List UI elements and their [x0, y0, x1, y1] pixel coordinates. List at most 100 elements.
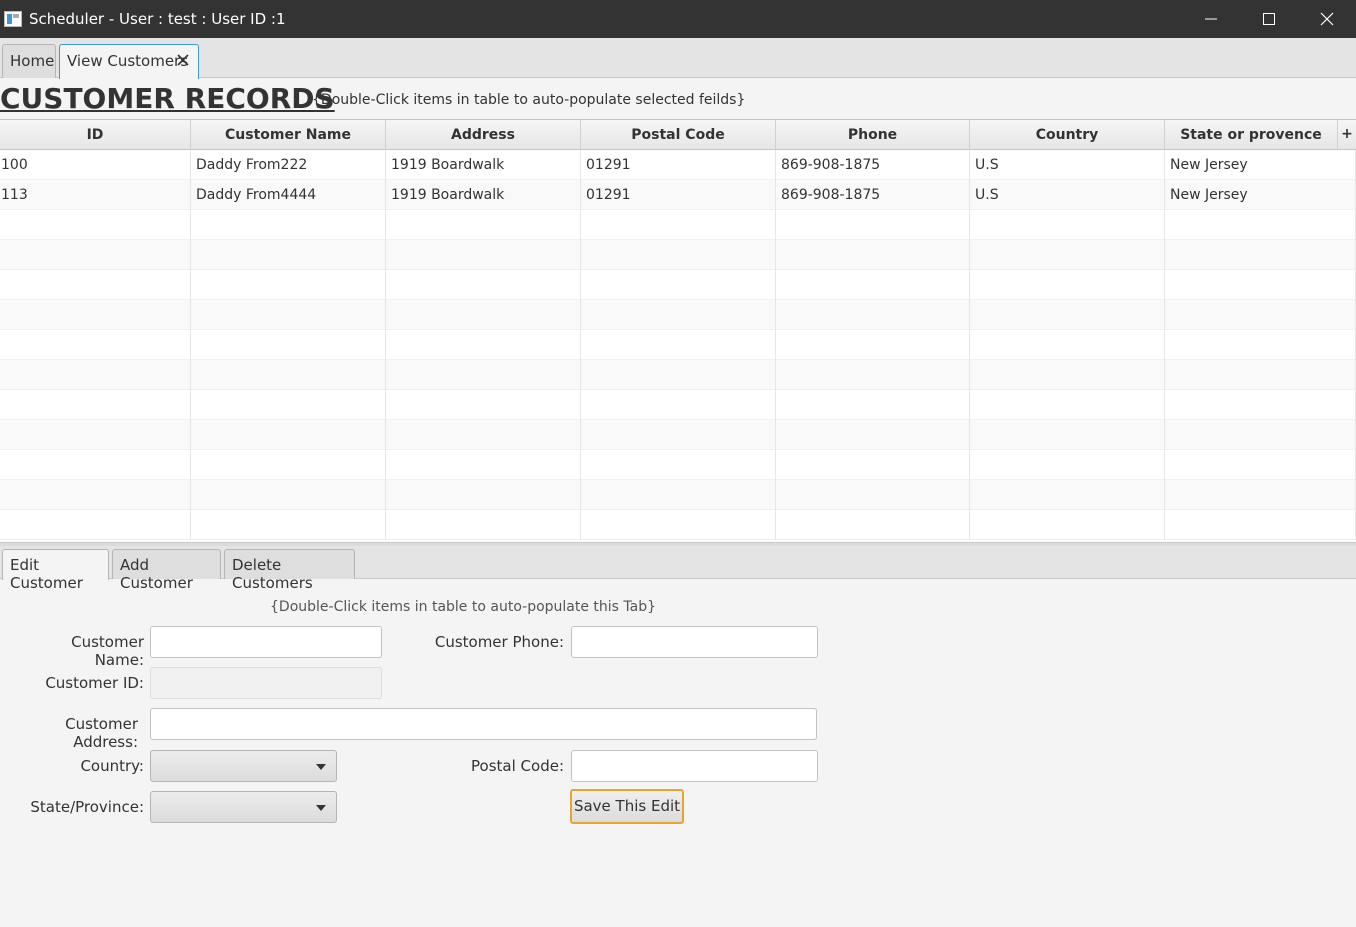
save-edit-button[interactable]: Save This Edit: [570, 789, 684, 824]
country-label: Country:: [80, 757, 144, 775]
cell-country: U.S: [970, 150, 1165, 180]
empty-table-row[interactable]: [0, 480, 1356, 510]
cell-country: [970, 270, 1165, 300]
empty-table-row[interactable]: [0, 270, 1356, 300]
cell-phone: [776, 450, 970, 480]
country-select[interactable]: [150, 750, 337, 782]
cell-id: [0, 240, 191, 270]
cell-state: [1165, 330, 1356, 360]
cell-id: [0, 420, 191, 450]
cell-id: [0, 480, 191, 510]
chevron-down-icon: [316, 764, 326, 770]
table-header: ID Customer Name Address Postal Code Pho…: [0, 120, 1356, 150]
maximize-icon: [1263, 13, 1275, 25]
cell-id: [0, 390, 191, 420]
cell-phone: [776, 330, 970, 360]
customer-name-input[interactable]: [150, 626, 382, 658]
column-header-id[interactable]: ID: [0, 120, 191, 150]
empty-table-row[interactable]: [0, 450, 1356, 480]
cell-customer-name: [191, 390, 386, 420]
cell-country: [970, 450, 1165, 480]
cell-state: [1165, 210, 1356, 240]
tab-delete-customers-label: Delete Customers: [232, 556, 313, 592]
empty-table-row[interactable]: [0, 510, 1356, 540]
app-icon: [4, 11, 22, 27]
close-window-button[interactable]: [1298, 0, 1356, 38]
cell-country: [970, 360, 1165, 390]
cell-country: [970, 420, 1165, 450]
form-tab-bar: Edit Customer Add Customer Delete Custom…: [0, 546, 1356, 592]
cell-address: [386, 360, 581, 390]
cell-phone: [776, 270, 970, 300]
column-header-country[interactable]: Country: [970, 120, 1165, 150]
cell-phone: [776, 300, 970, 330]
empty-table-row[interactable]: [0, 420, 1356, 450]
state-province-select[interactable]: [150, 791, 337, 823]
cell-id: [0, 330, 191, 360]
postal-code-input[interactable]: [571, 750, 818, 782]
column-header-customer-name[interactable]: Customer Name: [191, 120, 386, 150]
cell-customer-name: [191, 450, 386, 480]
tab-view-customers[interactable]: View Customers: [59, 44, 199, 79]
column-header-state[interactable]: State or provence: [1165, 120, 1338, 150]
cell-state: New Jersey: [1165, 180, 1356, 210]
cell-id: [0, 450, 191, 480]
column-header-phone[interactable]: Phone: [776, 120, 970, 150]
cell-state: [1165, 360, 1356, 390]
cell-phone: [776, 390, 970, 420]
empty-table-row[interactable]: [0, 240, 1356, 270]
cell-customer-name: Daddy From4444: [191, 180, 386, 210]
cell-customer-name: [191, 480, 386, 510]
page-title: CUSTOMER RECORDS: [0, 82, 335, 115]
customer-address-input[interactable]: [150, 708, 817, 740]
cell-customer-name: [191, 360, 386, 390]
tab-home[interactable]: Home: [2, 44, 56, 78]
cell-id: [0, 210, 191, 240]
table-row[interactable]: 113 Daddy From4444 1919 Boardwalk 01291 869-…: [0, 180, 1356, 210]
cell-address: [386, 450, 581, 480]
tab-add-customer[interactable]: Add Customer: [112, 549, 221, 592]
cell-id: [0, 270, 191, 300]
cell-customer-name: [191, 210, 386, 240]
minimize-button[interactable]: [1182, 0, 1240, 38]
empty-table-row[interactable]: [0, 210, 1356, 240]
tab-edit-customer[interactable]: Edit Customer: [2, 549, 109, 592]
cell-state: [1165, 510, 1356, 540]
cell-country: [970, 240, 1165, 270]
cell-address: [386, 480, 581, 510]
empty-table-row[interactable]: [0, 390, 1356, 420]
cell-country: [970, 480, 1165, 510]
page-hint: {Double-Click items in table to auto-pop…: [312, 92, 746, 108]
empty-table-row[interactable]: [0, 360, 1356, 390]
cell-customer-name: [191, 240, 386, 270]
cell-postal-code: [581, 300, 776, 330]
cell-address: [386, 510, 581, 540]
tab-delete-customers[interactable]: Delete Customers: [224, 549, 355, 592]
cell-phone: [776, 360, 970, 390]
cell-state: [1165, 240, 1356, 270]
table-row[interactable]: 100 Daddy From222 1919 Boardwalk 01291 869-9…: [0, 150, 1356, 180]
cell-postal-code: 01291: [581, 150, 776, 180]
column-menu-button[interactable]: +: [1338, 120, 1356, 150]
column-header-address[interactable]: Address: [386, 120, 581, 150]
customer-phone-input[interactable]: [571, 626, 818, 658]
tab-close-icon[interactable]: [177, 54, 189, 66]
cell-id: [0, 300, 191, 330]
column-header-postal-code[interactable]: Postal Code: [581, 120, 776, 150]
cell-phone: [776, 420, 970, 450]
cell-id: [0, 360, 191, 390]
empty-table-row[interactable]: [0, 330, 1356, 360]
cell-phone: [776, 480, 970, 510]
cell-postal-code: [581, 420, 776, 450]
cell-postal-code: [581, 330, 776, 360]
tab-view-customers-label: View Customers: [67, 52, 189, 70]
cell-country: [970, 300, 1165, 330]
cell-address: [386, 390, 581, 420]
tab-add-customer-label: Add Customer: [120, 556, 193, 592]
cell-country: U.S: [970, 180, 1165, 210]
maximize-button[interactable]: [1240, 0, 1298, 38]
cell-customer-name: [191, 510, 386, 540]
customer-phone-label: Customer Phone:: [434, 633, 564, 651]
customer-table[interactable]: ID Customer Name Address Postal Code Pho…: [0, 119, 1356, 542]
empty-table-row[interactable]: [0, 300, 1356, 330]
